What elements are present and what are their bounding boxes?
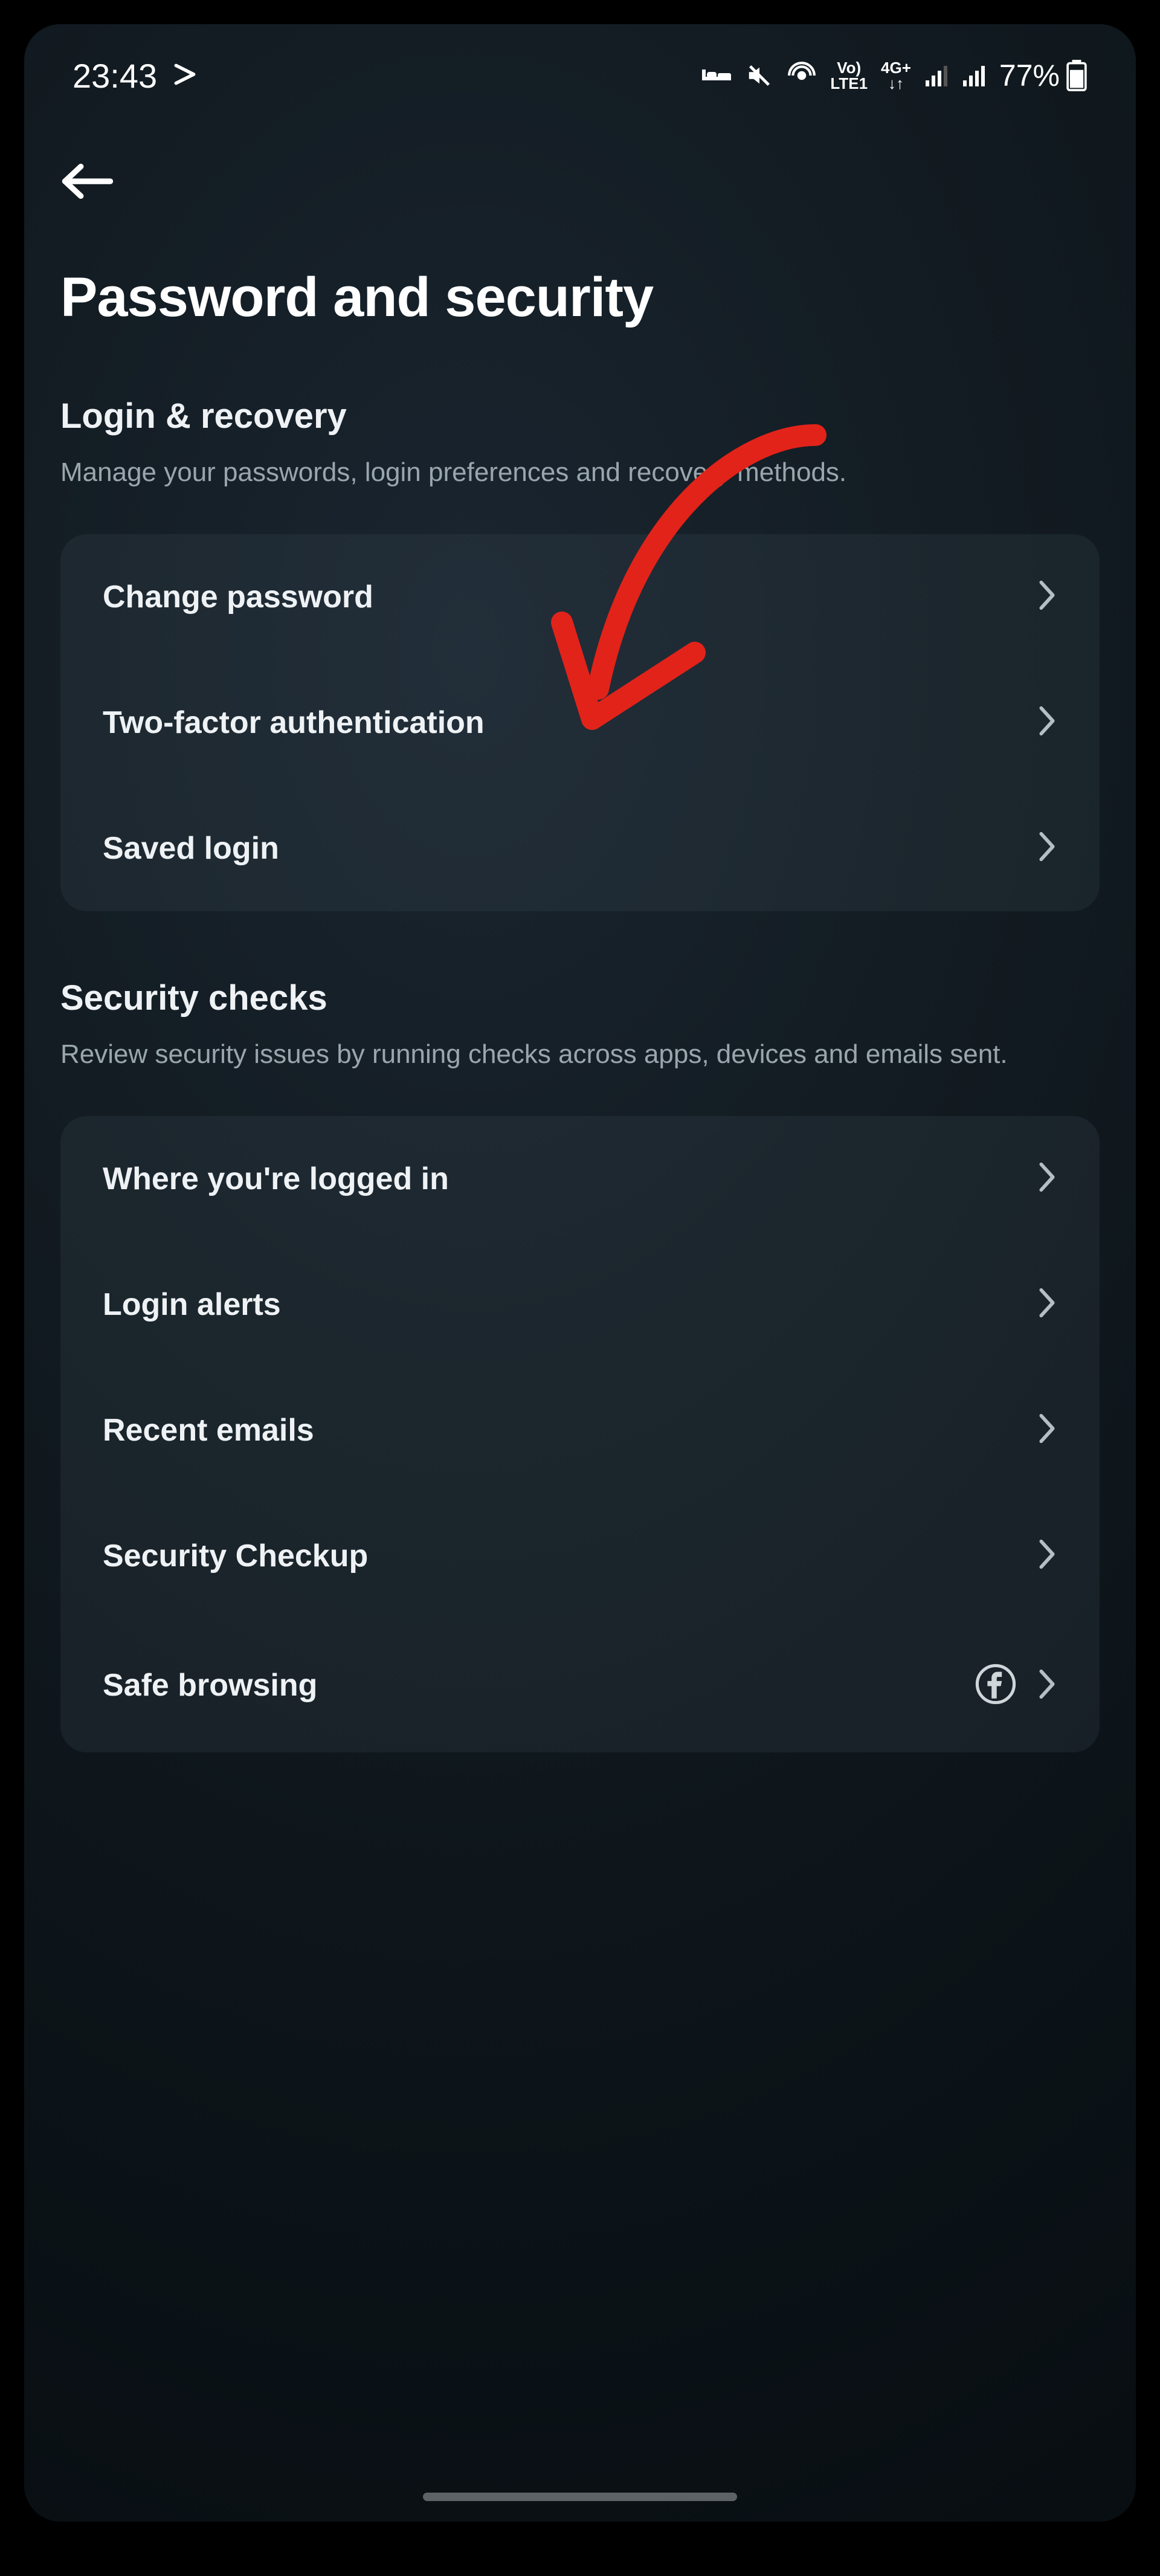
card-security-checks: Where you're logged in Login alerts Rece… (60, 1116, 1100, 1752)
back-button[interactable] (54, 145, 127, 218)
chevron-right-icon (1037, 1286, 1057, 1322)
mute-icon (746, 62, 773, 89)
chevron-right-icon (1037, 1161, 1057, 1196)
row-label: Change password (103, 579, 373, 615)
status-time: 23:43 (72, 56, 157, 95)
section-desc-security-checks: Review security issues by running checks… (60, 1035, 1100, 1074)
status-left: 23:43 (72, 56, 198, 95)
row-right (975, 1664, 1057, 1708)
signal-2-icon (962, 63, 986, 88)
chevron-right-icon (1037, 1668, 1057, 1703)
battery-indicator: 77% (999, 58, 1088, 93)
row-label: Saved login (103, 830, 279, 867)
row-label: Recent emails (103, 1412, 314, 1448)
network-lte-icon: Vo)LTE1 (830, 60, 868, 91)
row-recent-emails[interactable]: Recent emails (60, 1367, 1100, 1493)
hotspot-icon (787, 60, 817, 91)
page-content: Password and security Login & recovery M… (24, 109, 1136, 1752)
section-desc-login-recovery: Manage your passwords, login preferences… (60, 453, 1100, 492)
status-right: Vo)LTE1 4G+↓↑ (701, 58, 1088, 93)
row-login-alerts[interactable]: Login alerts (60, 1242, 1100, 1367)
section-security-checks: Security checks Review security issues b… (54, 978, 1106, 1752)
dnd-bed-icon (701, 63, 732, 88)
row-where-logged-in[interactable]: Where you're logged in (60, 1116, 1100, 1242)
network-4g-icon: 4G+↓↑ (881, 60, 911, 91)
row-label: Two-factor authentication (103, 705, 485, 741)
chevron-right-icon (1037, 579, 1057, 615)
chevron-right-icon (1037, 830, 1057, 866)
signal-1-icon (924, 63, 949, 88)
section-title-security-checks: Security checks (60, 978, 1100, 1018)
row-security-checkup[interactable]: Security Checkup (60, 1493, 1100, 1619)
section-login-recovery: Login & recovery Manage your passwords, … (54, 396, 1106, 911)
row-safe-browsing[interactable]: Safe browsing (60, 1619, 1100, 1752)
section-title-login-recovery: Login & recovery (60, 396, 1100, 436)
row-saved-login[interactable]: Saved login (60, 786, 1100, 911)
status-app-indicator-icon (172, 56, 198, 95)
screen: 23:43 (24, 24, 1136, 2522)
device-frame: 23:43 (0, 0, 1160, 2576)
status-bar: 23:43 (24, 24, 1136, 109)
row-label: Login alerts (103, 1286, 281, 1323)
facebook-icon (975, 1664, 1016, 1708)
battery-text: 77% (999, 58, 1060, 93)
row-change-password[interactable]: Change password (60, 534, 1100, 660)
arrow-left-icon (60, 163, 115, 199)
card-login-recovery: Change password Two-factor authenticatio… (60, 534, 1100, 911)
row-two-factor-authentication[interactable]: Two-factor authentication (60, 660, 1100, 786)
chevron-right-icon (1037, 1412, 1057, 1448)
row-label: Security Checkup (103, 1538, 368, 1574)
page-title: Password and security (54, 266, 1106, 329)
battery-icon (1066, 60, 1088, 91)
row-label: Safe browsing (103, 1667, 317, 1703)
chevron-right-icon (1037, 705, 1057, 740)
chevron-right-icon (1037, 1538, 1057, 1574)
row-label: Where you're logged in (103, 1161, 449, 1197)
home-indicator[interactable] (423, 2493, 737, 2501)
